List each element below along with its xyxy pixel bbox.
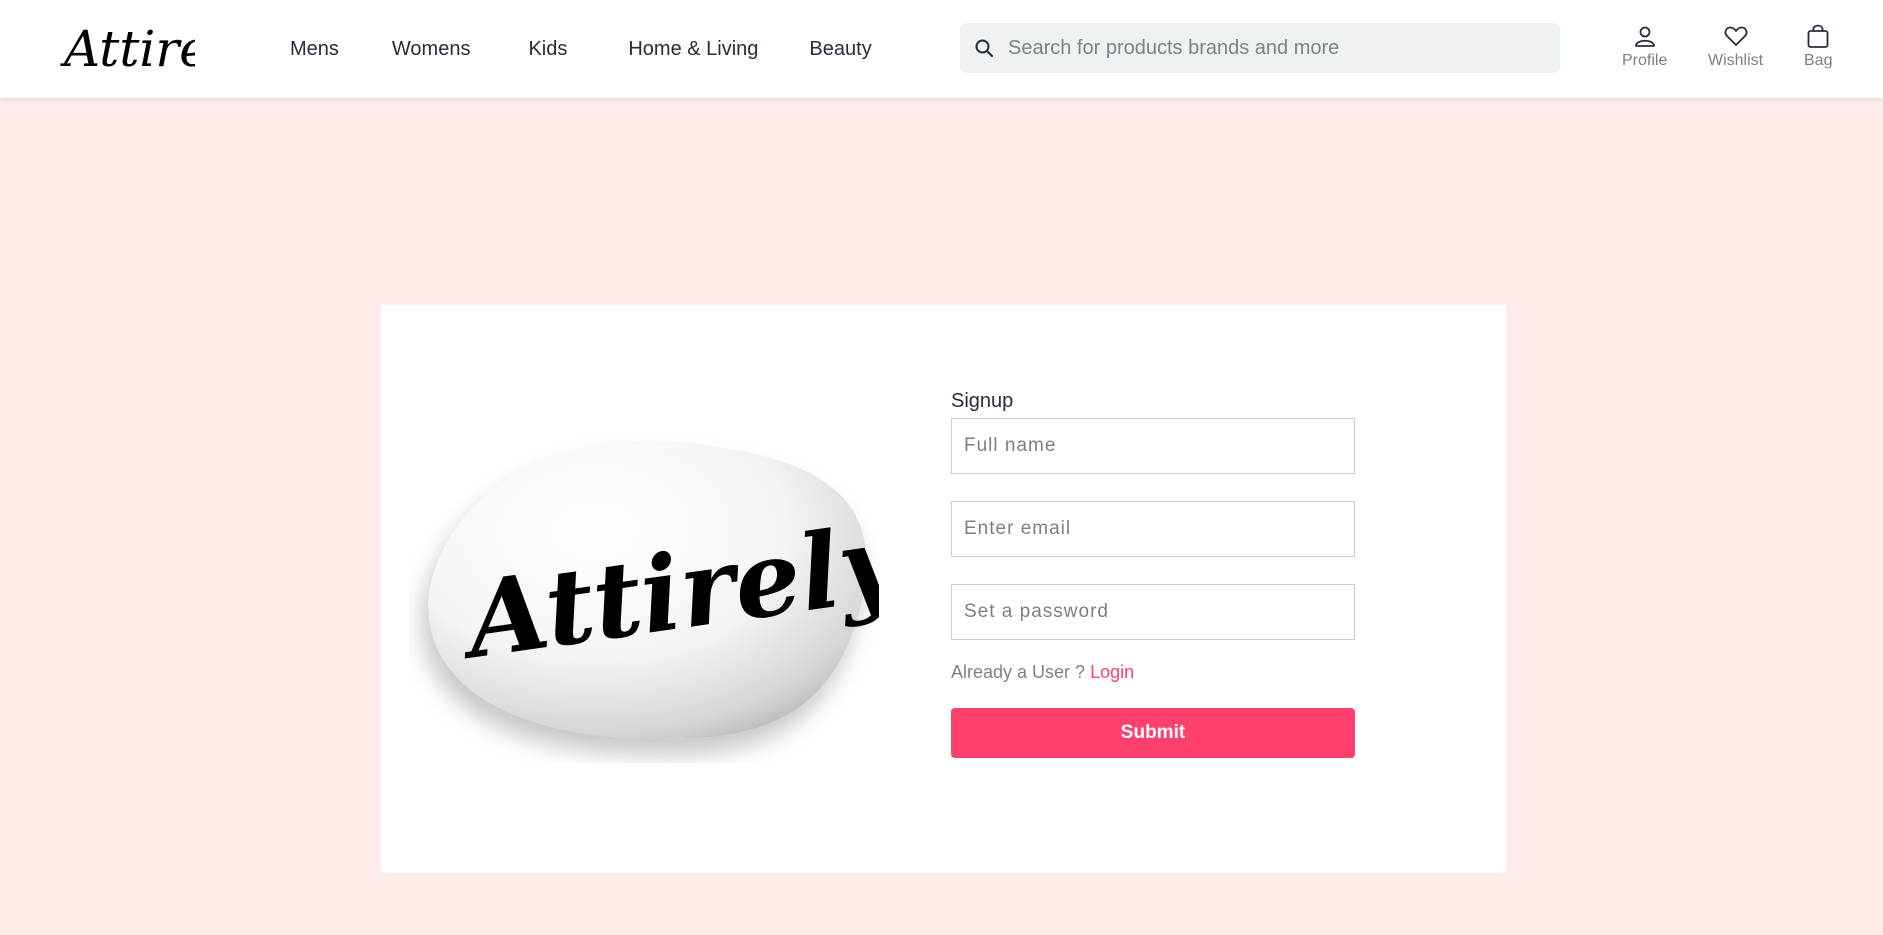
login-link[interactable]: Login bbox=[1090, 662, 1134, 682]
nav-item-beauty[interactable]: Beauty bbox=[809, 38, 871, 61]
nav-item-womens[interactable]: Womens bbox=[392, 38, 471, 61]
main-nav: Mens Womens Kids Home & Living Beauty bbox=[290, 0, 872, 98]
wishlist-button[interactable]: Wishlist bbox=[1708, 22, 1763, 70]
full-name-input[interactable] bbox=[952, 435, 1354, 457]
bag-label: Bag bbox=[1804, 52, 1833, 69]
email-input[interactable] bbox=[952, 518, 1354, 540]
wishlist-label: Wishlist bbox=[1708, 52, 1764, 69]
brand-logo[interactable]: Attirely bbox=[60, 8, 195, 90]
profile-button[interactable]: Profile bbox=[1622, 22, 1667, 70]
email-field-box bbox=[951, 501, 1355, 557]
already-user-row: Already a User ? Login bbox=[951, 662, 1356, 683]
heart-icon bbox=[1724, 22, 1748, 50]
profile-label: Profile bbox=[1622, 52, 1668, 69]
already-user-text: Already a User ? bbox=[951, 662, 1086, 682]
search-icon[interactable] bbox=[974, 38, 994, 58]
signup-title: Signup bbox=[951, 390, 1014, 412]
search-bar bbox=[960, 23, 1560, 73]
shopping-bag-icon bbox=[1806, 22, 1830, 50]
signup-form: Signup Already a User ? Login Submit bbox=[951, 390, 1356, 758]
nav-item-mens[interactable]: Mens bbox=[290, 38, 339, 61]
password-field-box bbox=[951, 584, 1355, 640]
brand-logo-text: Attirely bbox=[60, 20, 195, 78]
search-input[interactable] bbox=[1008, 36, 1528, 60]
brand-stone-image: Attirely bbox=[428, 440, 879, 739]
nav-item-home-living[interactable]: Home & Living bbox=[628, 38, 758, 61]
bag-button[interactable]: Bag bbox=[1804, 22, 1832, 70]
full-name-field-box bbox=[951, 418, 1355, 474]
top-header: Attirely Mens Womens Kids Home & Living … bbox=[0, 0, 1883, 98]
signup-card: Attirely Signup Already a User ? Login S… bbox=[381, 305, 1506, 873]
nav-item-kids[interactable]: Kids bbox=[528, 38, 567, 61]
password-input[interactable] bbox=[952, 601, 1354, 623]
submit-button[interactable]: Submit bbox=[951, 708, 1355, 758]
user-icon bbox=[1634, 22, 1656, 50]
